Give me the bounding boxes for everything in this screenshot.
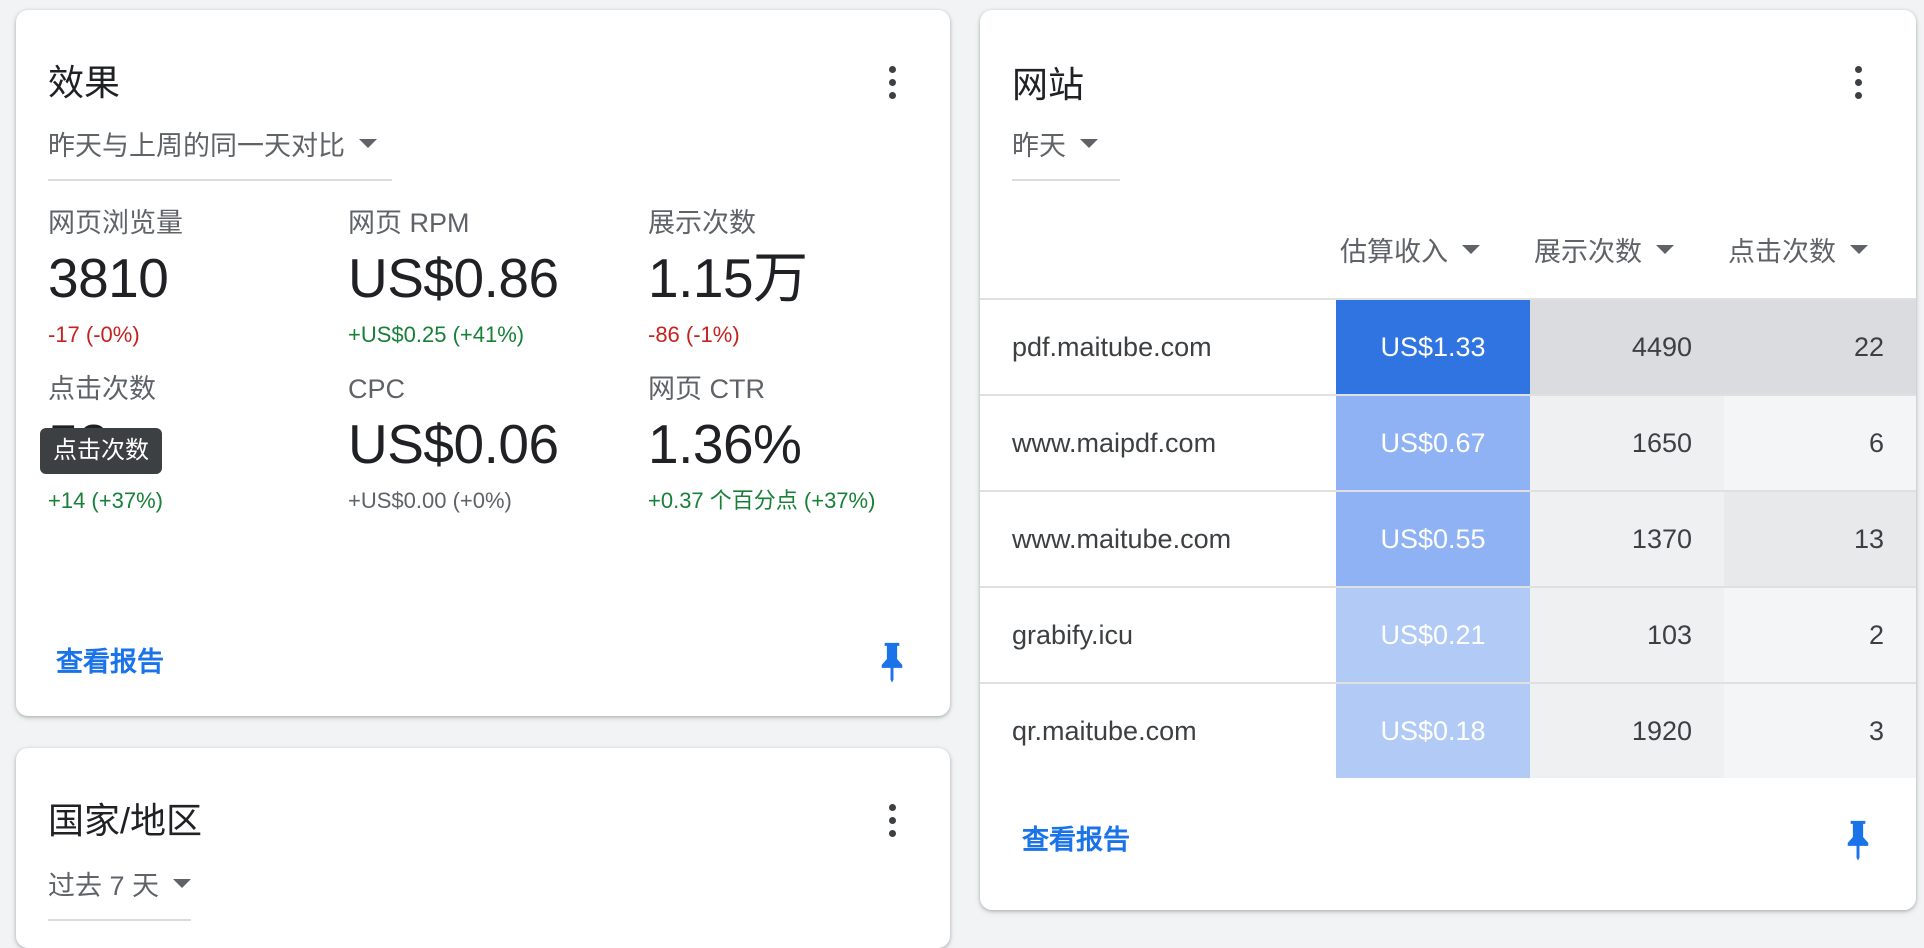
- metric-value: 1.15万: [648, 247, 808, 309]
- view-report-link[interactable]: 查看报告: [56, 640, 164, 679]
- arrow-drop-down-icon: [359, 139, 377, 148]
- metric-value: US$0.06: [348, 413, 559, 475]
- revenue-cell: US$0.21: [1336, 588, 1530, 682]
- view-report-link[interactable]: 查看报告: [1022, 818, 1130, 857]
- arrow-drop-down-icon: [1462, 245, 1480, 254]
- column-header-clicks[interactable]: 点击次数: [1728, 230, 1868, 269]
- column-header-label: 估算收入: [1340, 237, 1448, 267]
- impressions-cell: 103: [1530, 588, 1724, 682]
- sites-period-label: 昨天: [1012, 131, 1066, 161]
- metric-label: 点击次数: [48, 374, 156, 404]
- more-vert-icon[interactable]: [1844, 60, 1872, 104]
- site-name: www.maitube.com: [1012, 524, 1232, 554]
- site-name: www.maipdf.com: [1012, 428, 1217, 458]
- country-period-dropdown[interactable]: 过去 7 天: [48, 864, 192, 921]
- revenue-cell: US$0.67: [1336, 396, 1530, 490]
- impressions-cell: 1650: [1530, 396, 1724, 490]
- clicks-cell: 13: [1724, 492, 1916, 586]
- metric-label: 网页浏览量: [48, 208, 183, 238]
- more-vert-icon[interactable]: [878, 60, 906, 104]
- metric-label: 网页 CTR: [648, 374, 765, 404]
- metric-label: CPC: [348, 374, 406, 404]
- column-header-impressions[interactable]: 展示次数: [1534, 230, 1674, 269]
- table-row[interactable]: pdf.maitube.com US$1.33 4490 22: [980, 298, 1916, 394]
- metric-delta: +US$0.00 (+0%): [348, 488, 512, 513]
- country-title: 国家/地区: [48, 800, 203, 841]
- performance-title: 效果: [48, 62, 121, 103]
- metric-delta: +0.37 个百分点 (+37%): [648, 488, 876, 513]
- metric-value: 3810: [48, 247, 169, 309]
- comparison-label: 昨天与上周的同一天对比: [48, 131, 345, 161]
- more-vert-icon[interactable]: [878, 798, 906, 842]
- clicks-cell: 3: [1724, 684, 1916, 778]
- clicks-cell: 22: [1724, 300, 1916, 394]
- clicks-cell: 2: [1724, 588, 1916, 682]
- metric-value: US$0.86: [348, 247, 559, 309]
- tooltip: 点击次数: [40, 428, 162, 474]
- pin-icon[interactable]: [1840, 818, 1876, 862]
- metric-delta: -17 (-0%): [48, 322, 140, 347]
- arrow-drop-down-icon: [1850, 245, 1868, 254]
- site-name: pdf.maitube.com: [1012, 332, 1212, 362]
- metric-label: 网页 RPM: [348, 208, 470, 238]
- revenue-cell: US$0.55: [1336, 492, 1530, 586]
- sites-period-dropdown[interactable]: 昨天: [1012, 124, 1120, 181]
- table-row[interactable]: www.maipdf.com US$0.67 1650 6: [980, 394, 1916, 490]
- column-header-revenue[interactable]: 估算收入: [1340, 230, 1480, 269]
- impressions-cell: 4490: [1530, 300, 1724, 394]
- table-row[interactable]: grabify.icu US$0.21 103 2: [980, 586, 1916, 682]
- metric-impressions[interactable]: 展示次数 1.15万 -86 (-1%): [648, 206, 948, 348]
- performance-card: 效果 昨天与上周的同一天对比 网页浏览量 3810 -17 (-0%) 网页 R…: [16, 10, 950, 716]
- column-header-label: 点击次数: [1728, 237, 1836, 267]
- metric-page-rpm[interactable]: 网页 RPM US$0.86 +US$0.25 (+41%): [348, 206, 648, 348]
- country-card: 国家/地区 过去 7 天: [16, 748, 950, 948]
- clicks-cell: 6: [1724, 396, 1916, 490]
- revenue-cell: US$0.18: [1336, 684, 1530, 778]
- column-header-label: 展示次数: [1534, 237, 1642, 267]
- comparison-dropdown[interactable]: 昨天与上周的同一天对比: [48, 124, 392, 181]
- metric-delta: -86 (-1%): [648, 322, 740, 347]
- table-row[interactable]: www.maitube.com US$0.55 1370 13: [980, 490, 1916, 586]
- arrow-drop-down-icon: [1656, 245, 1674, 254]
- arrow-drop-down-icon: [173, 879, 192, 888]
- metric-delta: +14 (+37%): [48, 488, 163, 513]
- metric-pageviews[interactable]: 网页浏览量 3810 -17 (-0%): [48, 206, 348, 348]
- country-period-label: 过去 7 天: [48, 871, 160, 901]
- metric-label: 展示次数: [648, 208, 756, 238]
- metric-delta: +US$0.25 (+41%): [348, 322, 525, 347]
- metric-cpc[interactable]: CPC US$0.06 +US$0.00 (+0%): [348, 372, 648, 514]
- impressions-cell: 1920: [1530, 684, 1724, 778]
- table-row[interactable]: qr.maitube.com US$0.18 1920 3: [980, 682, 1916, 778]
- revenue-cell: US$1.33: [1336, 300, 1530, 394]
- pin-icon[interactable]: [874, 640, 910, 684]
- sites-card: 网站 昨天 估算收入 展示次数 点击次数 pdf.maitube.com US$…: [980, 10, 1916, 910]
- arrow-drop-down-icon: [1080, 139, 1098, 148]
- metric-value: 1.36%: [648, 413, 802, 475]
- impressions-cell: 1370: [1530, 492, 1724, 586]
- site-name: qr.maitube.com: [1012, 716, 1197, 746]
- metric-page-ctr[interactable]: 网页 CTR 1.36% +0.37 个百分点 (+37%): [648, 372, 948, 514]
- site-name: grabify.icu: [1012, 620, 1134, 650]
- sites-title: 网站: [1012, 64, 1085, 105]
